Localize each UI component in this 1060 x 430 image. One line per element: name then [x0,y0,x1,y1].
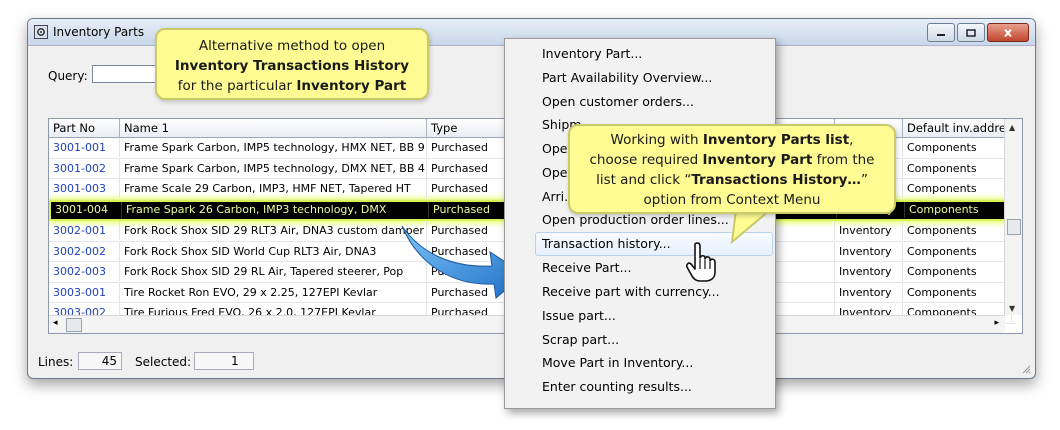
vertical-scroll-thumb[interactable] [1007,219,1021,235]
table-cell-name: Tire Rocket Ron EVO, 29 x 2.25, 127EPI K… [120,282,427,302]
scroll-up-icon[interactable]: ▲ [1009,123,1015,132]
callout-working-with-list: Working with Inventory Parts list, choos… [568,124,896,214]
context-menu-item[interactable]: Transaction history... [542,236,671,251]
table-cell-c5: Inventory [835,262,903,281]
table-cell-addr: Components [903,282,1012,302]
close-icon [1004,28,1012,37]
column-header-default-inv-address[interactable]: Default inv.address [903,119,1012,137]
callout-alternative-method: Alternative method to open Inventory Tra… [155,28,429,100]
context-menu-item[interactable]: Open customer orders... [542,94,694,109]
table-cell-addr: Components [903,158,1012,178]
table-cell-part-no: 3001-002 [49,158,120,178]
selected-label: Selected: [135,355,192,369]
table-cell-name: Frame Spark 26 Carbon, IMP3 technology, … [122,201,429,218]
callout2-line1: Working with Inventory Parts list, [610,132,854,148]
context-menu-item[interactable]: Enter counting results... [542,379,692,394]
window-title: Inventory Parts [53,25,145,39]
inventory-gear-icon [34,25,48,39]
table-cell-name: Fork Rock Shox SID 29 RLT3 Air, DNA3 cus… [120,221,427,240]
context-menu-item[interactable]: Scrap part... [542,332,619,347]
scroll-right-icon[interactable]: ▸ [994,318,999,328]
lines-label: Lines: [38,355,74,369]
maximize-icon [966,28,976,37]
lines-count: 45 [78,352,122,370]
table-cell-addr: Components [905,201,1014,218]
minimize-button[interactable] [927,23,955,42]
table-cell-c5: Inventory [835,282,903,302]
table-cell-part-no: 3001-001 [49,138,120,157]
table-cell-addr: Components [903,179,1012,198]
query-label: Query: [48,69,88,83]
context-menu-item[interactable]: Inventory Part... [542,46,642,61]
table-cell-name: Fork Rock Shox SID 29 RL Air, Tapered st… [120,262,427,281]
table-cell-addr: Components [903,138,1012,157]
hand-pointer-icon [686,242,716,282]
callout-pointer-icon [730,210,772,244]
table-cell-name: Fork Rock Shox SID World Cup RLT3 Air, D… [120,241,427,261]
table-cell-addr: Components [903,241,1012,261]
callout1-line1: Alternative method to open [198,38,386,54]
table-cell-c5: Inventory [835,221,903,240]
table-cell-c5: Inventory [835,241,903,261]
table-cell-addr: Components [903,221,1012,240]
callout1-line3: for the particular Inventory Part [177,78,407,94]
window-controls [927,23,1029,42]
table-cell-addr: Components [903,262,1012,281]
table-cell-part-no: 3002-002 [49,241,120,261]
context-menu-item[interactable]: Part Availability Overview... [542,70,712,85]
table-cell-part-no: 3002-003 [49,262,120,281]
callout2-line4: option from Context Menu [643,192,821,208]
context-menu-item[interactable]: Move Part in Inventory... [542,355,693,370]
minimize-icon [937,33,945,36]
vertical-scrollbar[interactable]: ▲ ▼ [1004,119,1022,315]
resize-grip-icon[interactable] [1021,364,1031,374]
context-menu-item[interactable]: Receive Part... [542,260,632,275]
table-cell-part-no: 3003-001 [49,282,120,302]
horizontal-scroll-thumb[interactable] [66,318,82,332]
table-cell-part-no: 3001-004 [51,201,122,218]
table-cell-name: Frame Spark Carbon, IMP5 technology, DMX… [120,158,427,178]
selected-count: 1 [194,352,254,370]
callout2-line3: list and click “Transactions History…” [596,172,868,188]
table-cell-part-no: 3001-003 [49,179,120,198]
maximize-button[interactable] [957,23,985,42]
scroll-down-icon[interactable]: ▼ [1009,304,1015,313]
table-cell-part-no: 3002-001 [49,221,120,240]
callout2-line2: choose required Inventory Part from the [589,152,875,168]
context-menu-item[interactable]: Receive part with currency... [542,284,720,299]
close-button[interactable] [987,23,1029,42]
column-header-name[interactable]: Name 1 [120,119,427,137]
scroll-left-icon[interactable]: ◂ [53,318,58,328]
table-cell-name: Frame Spark Carbon, IMP5 technology, HMX… [120,138,427,157]
column-header-part-no[interactable]: Part No [49,119,120,137]
callout1-line2: Inventory Transactions History [174,58,410,74]
table-cell-name: Frame Scale 29 Carbon, IMP3, HMF NET, Ta… [120,179,427,198]
context-menu-item[interactable]: Issue part... [542,308,616,323]
context-menu-item[interactable]: Open production order lines... [542,212,729,227]
